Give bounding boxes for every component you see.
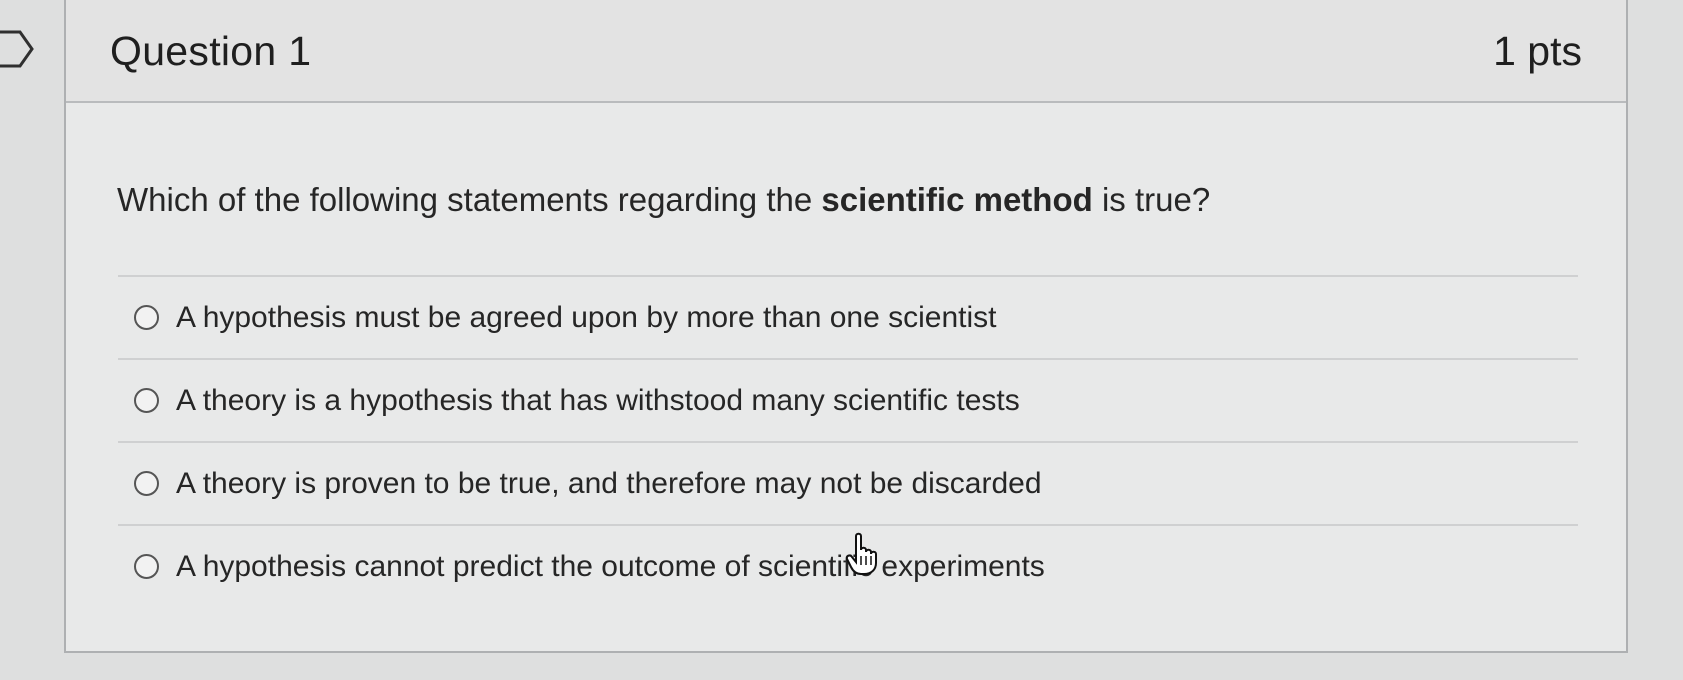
answer-option-1[interactable]: A hypothesis must be agreed upon by more… [118, 275, 1578, 358]
answer-label: A hypothesis cannot predict the outcome … [176, 549, 1045, 583]
question-text-emphasis: scientific method [821, 181, 1093, 218]
question-text: Which of the following statements regard… [117, 181, 1210, 219]
question-title: Question 1 [110, 28, 312, 74]
radio-button-icon[interactable] [134, 554, 159, 579]
radio-button-icon[interactable] [134, 388, 159, 413]
radio-button-icon[interactable] [134, 471, 159, 496]
radio-button-icon[interactable] [134, 305, 159, 330]
answer-label: A theory is a hypothesis that has withst… [176, 383, 1020, 417]
question-header: Question 1 1 pts [66, 0, 1626, 103]
answer-label: A theory is proven to be true, and there… [176, 466, 1042, 500]
flag-marker-icon[interactable] [0, 30, 36, 68]
answer-option-3[interactable]: A theory is proven to be true, and there… [118, 441, 1578, 524]
answer-option-2[interactable]: A theory is a hypothesis that has withst… [118, 358, 1578, 441]
hand-pointer-cursor-icon [846, 532, 877, 575]
answer-label: A hypothesis must be agreed upon by more… [176, 300, 997, 334]
question-text-part: Which of the following statements regard… [117, 181, 822, 218]
question-points: 1 pts [1493, 28, 1582, 74]
question-text-part: is true? [1092, 181, 1211, 218]
